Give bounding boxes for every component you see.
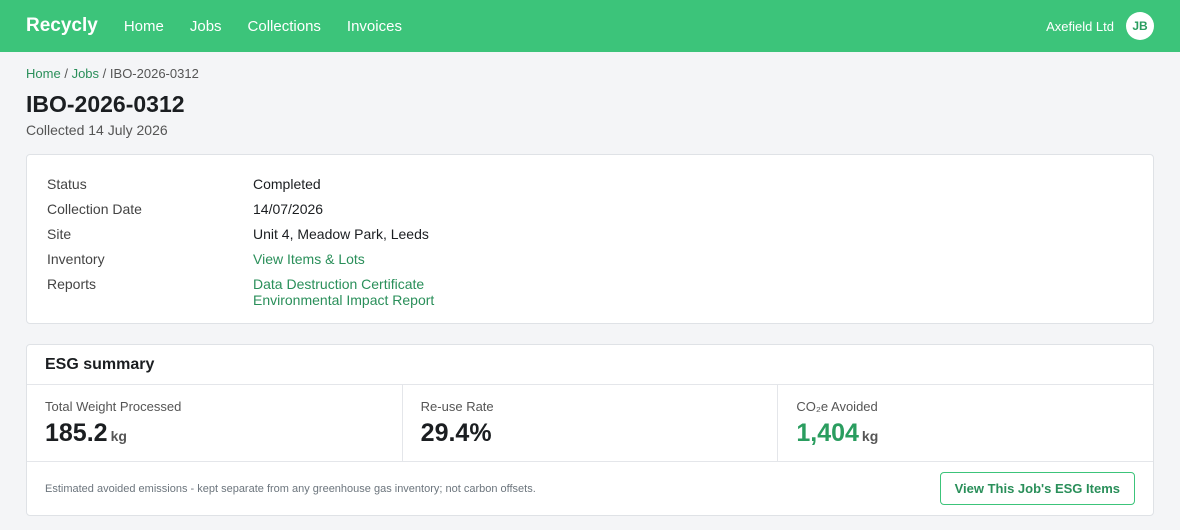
site-value: Unit 4, Meadow Park, Leeds — [253, 226, 429, 242]
breadcrumb-home[interactable]: Home — [26, 66, 61, 81]
metric-value: 29.4% — [420, 419, 492, 447]
esg-footer: Estimated avoided emissions - kept separ… — [27, 462, 1153, 515]
esg-metrics: Total Weight Processed 185.2 kg Re-use Ra… — [27, 385, 1153, 462]
metric-label: CO₂e Avoided — [796, 399, 878, 414]
detail-row-collection-date: Collection Date 14/07/2026 — [47, 197, 1133, 222]
breadcrumb-current: IBO-2026-0312 — [109, 66, 199, 81]
detail-label: Collection Date — [47, 201, 142, 217]
detail-row-site: Site Unit 4, Meadow Park, Leeds — [47, 222, 1133, 247]
view-esg-items-button[interactable]: View This Job's ESG Items — [939, 472, 1135, 505]
main-content: Home / Jobs / IBO-2026-0312 IBO-2026-031… — [0, 52, 1180, 516]
metric-value: 185.2 — [45, 419, 108, 447]
breadcrumb: Home / Jobs / IBO-2026-0312 — [26, 66, 1154, 82]
job-details-card: Status Completed Collection Date 14/07/2… — [26, 154, 1154, 324]
collection-date-value: 14/07/2026 — [253, 201, 324, 217]
metric-label: Total Weight Processed — [45, 399, 182, 414]
nav-link-home[interactable]: Home — [124, 18, 164, 35]
metric-unit: kg — [861, 428, 879, 444]
metric-label: Re-use Rate — [420, 399, 494, 414]
view-items-link[interactable]: View Items & Lots — [253, 247, 365, 272]
nav-link-jobs[interactable]: Jobs — [190, 18, 222, 35]
esg-footnote: Estimated avoided emissions - kept separ… — [45, 482, 536, 495]
nav-account-area: Axefield Ltd JB — [1046, 12, 1154, 40]
breadcrumb-separator: / — [102, 66, 107, 81]
environmental-impact-report-link[interactable]: Environmental Impact Report — [253, 292, 434, 308]
detail-label: Reports — [47, 276, 97, 292]
metric-reuse-rate: Re-use Rate 29.4% — [403, 385, 779, 461]
brand-logo[interactable]: Recycly — [26, 15, 98, 37]
esg-summary-card: ESG summary Total Weight Processed 185.2… — [26, 344, 1154, 516]
page-subtitle: Collected 14 July 2026 — [26, 122, 168, 138]
metric-total-weight: Total Weight Processed 185.2 kg — [27, 385, 403, 461]
nav-link-invoices[interactable]: Invoices — [347, 18, 402, 35]
breadcrumb-separator: / — [64, 66, 68, 81]
top-navbar: Recycly Home Jobs Collections Invoices A… — [0, 0, 1180, 52]
detail-label: Status — [47, 176, 87, 192]
metric-unit: kg — [110, 428, 127, 444]
organization-name: Axefield Ltd — [1046, 18, 1114, 34]
page-title: IBO-2026-0312 — [26, 91, 185, 117]
data-destruction-certificate-link[interactable]: Data Destruction Certificate — [253, 276, 434, 292]
metric-value: 1,404 — [796, 419, 859, 447]
nav-link-collections[interactable]: Collections — [248, 18, 321, 35]
detail-label: Inventory — [47, 251, 105, 267]
user-avatar[interactable]: JB — [1126, 12, 1154, 40]
esg-summary-title: ESG summary — [27, 345, 1153, 385]
detail-row-status: Status Completed — [47, 172, 1133, 197]
status-value: Completed — [253, 176, 321, 192]
metric-co2e-avoided: CO₂e Avoided 1,404 kg — [778, 385, 1153, 461]
detail-row-reports: Reports Data Destruction Certificate Env… — [47, 272, 1133, 308]
breadcrumb-jobs[interactable]: Jobs — [72, 66, 99, 81]
detail-label: Site — [47, 226, 72, 242]
detail-row-inventory: Inventory View Items & Lots — [47, 247, 1133, 272]
